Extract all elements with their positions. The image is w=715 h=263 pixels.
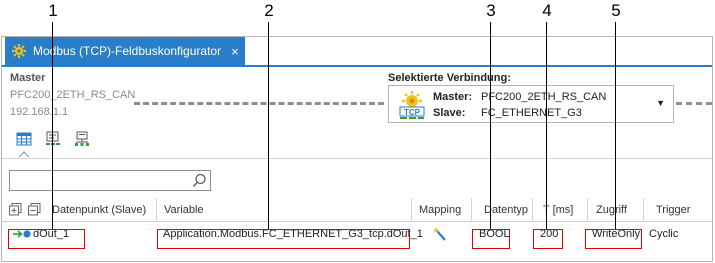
column-divider[interactable] <box>471 198 472 222</box>
selected-connection-label: Selektierte Verbindung: <box>388 72 511 84</box>
column-header-variable[interactable]: Variable <box>164 198 204 222</box>
callout-number-3: 3 <box>486 1 496 20</box>
search-icon[interactable] <box>192 173 207 188</box>
modbus-configurator-icon <box>12 44 26 58</box>
grid-header: Datenpunkt (Slave) Variable Mapping Date… <box>2 198 712 222</box>
toolbar-separator <box>2 158 712 159</box>
connection-slave-label: Slave: <box>433 107 466 119</box>
connection-slave-value: FC_ETHERNET_G3 <box>481 107 582 119</box>
expand-all-icon[interactable] <box>9 203 22 216</box>
column-header-datapoint[interactable]: Datenpunkt (Slave) <box>52 198 146 222</box>
callout-number-1: 1 <box>48 1 58 20</box>
column-header-cycle-time[interactable]: T [ms] <box>543 198 573 222</box>
tab-strip: Modbus (TCP)-Feldbuskonfigurator × <box>2 37 712 65</box>
io-mapping-icon[interactable] <box>45 131 61 147</box>
callout-leader-3 <box>490 22 491 229</box>
column-divider[interactable] <box>643 198 644 222</box>
callout-leader-1 <box>52 22 53 229</box>
callout-number-5: 5 <box>611 1 621 20</box>
tab-underline <box>2 65 712 67</box>
connection-dashed-line-right <box>676 102 712 105</box>
view-switcher <box>16 131 90 147</box>
callout-number-2: 2 <box>264 1 274 20</box>
column-header-trigger[interactable]: Trigger <box>656 198 690 222</box>
master-label: Master <box>10 72 46 84</box>
mapping-wand-icon[interactable] <box>433 226 449 242</box>
callout-leader-5 <box>615 22 616 229</box>
cell-trigger[interactable]: Cyclic <box>649 222 678 246</box>
search-field[interactable] <box>9 170 211 191</box>
modbus-tcp-icon: TCP <box>399 91 425 119</box>
callout-leader-4 <box>546 22 547 229</box>
column-divider[interactable] <box>587 198 588 222</box>
master-ip-address: 192.168.1.1 <box>10 106 69 118</box>
connection-slave-row: Slave: FC_ETHERNET_G3 <box>433 107 582 119</box>
column-header-access[interactable]: Zugriff <box>596 198 627 222</box>
connection-master-row: Master: PFC200_2ETH_RS_CAN <box>433 91 606 103</box>
expand-collapse-group <box>9 203 41 216</box>
column-divider[interactable] <box>411 198 412 222</box>
callout-number-4: 4 <box>542 1 552 20</box>
search-input[interactable] <box>13 172 183 189</box>
connection-master-value: PFC200_2ETH_RS_CAN <box>481 91 607 103</box>
connection-select[interactable]: TCP Master: PFC200_2ETH_RS_CAN Slave: FC_E… <box>388 85 674 123</box>
column-header-mapping[interactable]: Mapping <box>419 198 461 222</box>
master-device-name: PFC200_2ETH_RS_CAN <box>10 89 136 101</box>
tab-modbus-configurator[interactable]: Modbus (TCP)-Feldbuskonfigurator × <box>5 37 245 65</box>
selected-view-indicator <box>19 151 29 157</box>
table-view-icon[interactable] <box>16 131 32 147</box>
collapse-all-icon[interactable] <box>28 203 41 216</box>
tcp-badge: TCP <box>404 108 421 117</box>
highlight-access <box>585 229 642 249</box>
column-divider[interactable] <box>532 198 533 222</box>
column-divider[interactable] <box>156 198 157 222</box>
highlight-datatype <box>472 229 510 249</box>
network-view-icon[interactable] <box>74 131 90 147</box>
callout-leader-2 <box>268 22 269 229</box>
connection-master-label: Master: <box>433 91 473 103</box>
tab-title: Modbus (TCP)-Feldbuskonfigurator <box>33 44 222 58</box>
highlight-cycle-time <box>533 229 563 249</box>
chevron-down-icon[interactable]: ▼ <box>656 98 665 108</box>
highlight-variable <box>157 229 410 249</box>
close-icon[interactable]: × <box>231 44 239 59</box>
connection-dashed-line-left <box>134 102 384 105</box>
highlight-datapoint <box>8 229 85 249</box>
